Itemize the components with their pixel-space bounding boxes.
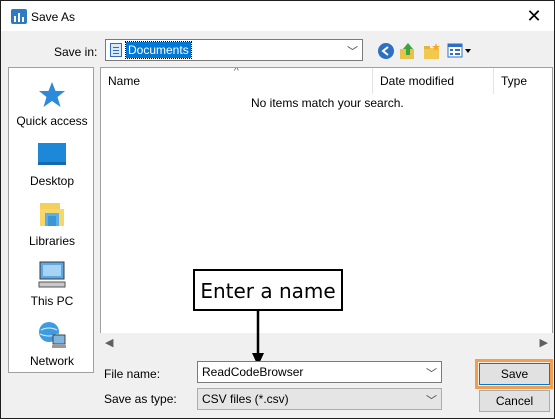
save-in-value: Documents [125,41,192,59]
back-icon[interactable] [377,42,395,60]
place-desktop[interactable]: Desktop [9,140,95,200]
column-header-date-modified[interactable]: Date modified [373,68,494,94]
empty-message: No items match your search. [251,96,404,110]
sort-ascending-icon: ^ [234,67,239,77]
horizontal-scrollbar[interactable]: ◀ ▶ [100,333,553,353]
save-as-dialog: Save As ✕ Save in: Documents ﹀ Quick acc… [0,0,555,419]
app-icon [11,9,27,24]
file-name-input[interactable]: ReadCodeBrowser ﹀ [197,361,442,383]
libraries-icon [40,203,64,226]
chevron-down-icon[interactable]: ﹀ [426,365,437,381]
places-bar: Quick access Desktop Libraries This PC N… [8,67,94,373]
star-icon [39,82,65,107]
place-label: Desktop [29,174,75,188]
title-bar: Save As ✕ [1,1,554,31]
file-name-value: ReadCodeBrowser [202,365,304,379]
chevron-down-icon: ﹀ [347,46,358,58]
save-as-type-label: Save as type: [104,392,177,406]
annotation-text: Enter a name [200,279,336,303]
close-button[interactable]: ✕ [522,4,546,28]
place-label: Network [29,354,74,368]
place-label: Libraries [28,234,76,248]
file-name-label: File name: [104,367,161,381]
place-libraries[interactable]: Libraries [9,200,95,260]
new-folder-icon[interactable] [423,42,441,60]
documents-folder-icon [110,43,122,57]
chevron-down-icon[interactable]: ﹀ [426,392,437,408]
place-this-pc[interactable]: This PC [9,260,95,320]
cancel-button[interactable]: Cancel [479,390,550,412]
annotation-arrow-icon [252,311,264,366]
up-folder-icon[interactable] [399,42,417,60]
place-label: This PC [30,294,74,308]
save-in-dropdown[interactable]: Documents ﹀ [105,39,363,61]
network-icon [39,322,66,348]
views-menu-icon[interactable] [447,42,473,60]
column-header-type[interactable]: Type [494,68,552,94]
computer-icon [38,261,66,288]
scroll-right-icon[interactable]: ▶ [540,336,548,349]
save-button[interactable]: Save [479,363,550,385]
place-quick-access[interactable]: Quick access [9,80,95,140]
save-as-type-select[interactable]: CSV files (*.csv) ﹀ [197,388,442,410]
annotation-callout: Enter a name [193,269,343,311]
place-network[interactable]: Network [9,320,95,380]
window-title: Save As [31,10,76,24]
desktop-icon [38,143,66,165]
place-label: Quick access [16,114,88,128]
scroll-left-icon[interactable]: ◀ [105,336,113,349]
save-as-type-value: CSV files (*.csv) [202,392,289,406]
save-in-label: Save in: [54,45,98,59]
